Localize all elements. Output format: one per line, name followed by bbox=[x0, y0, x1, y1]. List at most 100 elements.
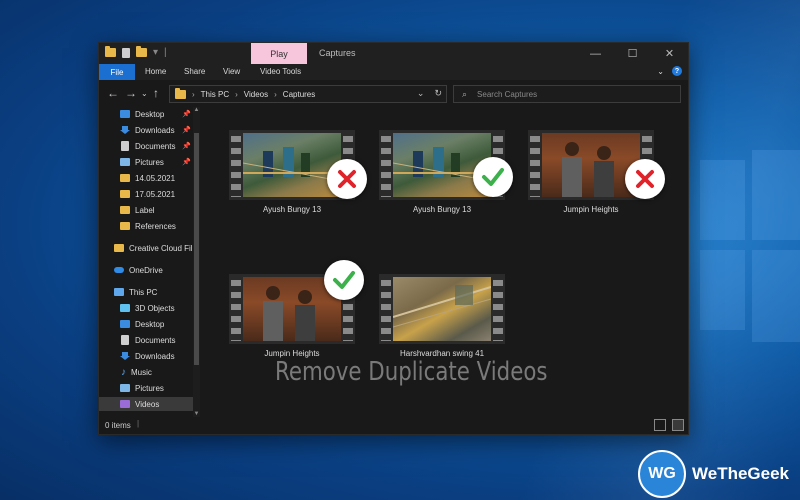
forward-arrow-icon[interactable]: → bbox=[125, 86, 137, 100]
folder-icon bbox=[120, 174, 130, 182]
nav-item-creative-cloud[interactable]: Creative Cloud Fil bbox=[99, 241, 199, 255]
recent-locations-icon[interactable]: ⌄ bbox=[141, 89, 148, 98]
nav-item-downloads[interactable]: Downloads 📌 bbox=[99, 123, 199, 137]
nav-item-label-folder[interactable]: Label bbox=[99, 203, 199, 217]
up-arrow-icon[interactable]: ↑ bbox=[153, 86, 159, 100]
pin-icon: 📌 bbox=[182, 159, 191, 166]
windows-logo-pane bbox=[752, 150, 800, 240]
checkmark-icon bbox=[473, 157, 513, 197]
customize-toolbar-icon[interactable]: ▾ bbox=[153, 47, 158, 58]
contextual-play-tab[interactable]: Play bbox=[251, 43, 307, 64]
nav-item-label: 17.05.2021 bbox=[135, 189, 176, 199]
nav-item-references[interactable]: References bbox=[99, 219, 199, 233]
music-icon: ♪ bbox=[121, 366, 126, 378]
breadcrumb-separator: › bbox=[274, 89, 277, 99]
file-name: Ayush Bungy 13 bbox=[412, 205, 472, 214]
nav-item-desktop[interactable]: Desktop 📌 bbox=[99, 107, 199, 121]
folder-icon bbox=[175, 87, 186, 99]
nav-item-label: Documents bbox=[135, 335, 176, 345]
scrollbar-thumb[interactable] bbox=[194, 133, 199, 365]
windows-logo-pane bbox=[700, 250, 745, 330]
back-arrow-icon[interactable]: ← bbox=[107, 86, 119, 100]
nav-item-label: 14.05.2021 bbox=[135, 173, 176, 183]
film-perforation bbox=[530, 133, 540, 197]
help-icon[interactable]: ? bbox=[672, 66, 682, 76]
breadcrumb-separator: › bbox=[192, 89, 195, 99]
properties-icon[interactable] bbox=[122, 47, 130, 58]
folder-icon[interactable] bbox=[105, 46, 116, 57]
nav-item-pictures[interactable]: Pictures 📌 bbox=[99, 155, 199, 169]
desktop-icon bbox=[120, 110, 130, 118]
nav-item-label: 3D Objects bbox=[135, 303, 175, 313]
cross-icon bbox=[625, 159, 665, 199]
nav-item-this-pc[interactable]: This PC bbox=[99, 285, 199, 299]
nav-item-label: Downloads bbox=[135, 351, 175, 361]
nav-item-3d-objects[interactable]: 3D Objects bbox=[99, 301, 199, 315]
frame-illustration bbox=[392, 285, 492, 328]
nav-item-pc-pictures[interactable]: Pictures bbox=[99, 381, 199, 395]
videos-icon bbox=[120, 400, 130, 408]
video-thumbnail bbox=[379, 274, 505, 344]
item-count: 0 items bbox=[105, 421, 131, 430]
windows-logo-pane bbox=[700, 160, 745, 240]
scroll-up-icon[interactable]: ▲ bbox=[193, 107, 200, 113]
ribbon-tabs: File Home Share View Video Tools ⌄ ? bbox=[99, 64, 688, 80]
toolbar-divider: | bbox=[164, 47, 167, 58]
nav-item-label: Pictures bbox=[135, 383, 164, 393]
brand-logo: WG bbox=[638, 450, 686, 498]
minimize-button[interactable]: — bbox=[577, 43, 614, 64]
nav-item-label: Downloads bbox=[135, 125, 175, 135]
tab-home[interactable]: Home bbox=[145, 67, 166, 76]
refresh-icon[interactable]: ↻ bbox=[434, 88, 442, 99]
film-perforation bbox=[381, 277, 391, 341]
maximize-button[interactable]: ☐ bbox=[614, 43, 651, 64]
nav-item-music[interactable]: ♪ Music bbox=[99, 365, 199, 379]
tab-file[interactable]: File bbox=[99, 64, 135, 80]
nav-scrollbar[interactable]: ▲ ▼ bbox=[193, 107, 200, 417]
overlay-headline: Remove Duplicate Videos bbox=[275, 357, 548, 387]
film-perforation bbox=[231, 133, 241, 197]
frame-illustration bbox=[562, 142, 614, 197]
creative-cloud-folder-icon bbox=[114, 244, 124, 252]
windows-logo-pane bbox=[752, 250, 800, 342]
nav-item-pc-desktop[interactable]: Desktop bbox=[99, 317, 199, 331]
nav-item-documents[interactable]: Documents 📌 bbox=[99, 139, 199, 153]
address-history-icon[interactable]: ⌄ bbox=[417, 88, 425, 99]
search-placeholder: Search Captures bbox=[477, 89, 538, 99]
cloud-icon bbox=[114, 267, 124, 273]
nav-item-videos[interactable]: Videos bbox=[99, 397, 199, 411]
video-frame bbox=[542, 133, 640, 197]
nav-item-onedrive[interactable]: OneDrive bbox=[99, 263, 199, 277]
nav-item-label: Pictures bbox=[135, 157, 164, 167]
large-icons-view-icon[interactable] bbox=[672, 419, 684, 431]
new-folder-icon[interactable] bbox=[136, 46, 147, 57]
close-button[interactable]: ✕ bbox=[651, 43, 688, 64]
expand-ribbon-icon[interactable]: ⌄ bbox=[657, 67, 664, 76]
brand-watermark: WG WeTheGeek bbox=[638, 450, 789, 498]
computer-icon bbox=[114, 288, 124, 296]
nav-item-pc-downloads[interactable]: Downloads bbox=[99, 349, 199, 363]
search-input[interactable]: ⌕ Search Captures bbox=[453, 85, 681, 103]
breadcrumb-videos[interactable]: Videos bbox=[244, 90, 268, 99]
pictures-icon bbox=[120, 158, 130, 166]
3d-objects-icon bbox=[120, 304, 130, 312]
documents-icon bbox=[121, 141, 129, 151]
pictures-icon bbox=[120, 384, 130, 392]
tab-view[interactable]: View bbox=[223, 67, 240, 76]
breadcrumb-this-pc[interactable]: This PC bbox=[201, 90, 229, 99]
window-title: Captures bbox=[319, 48, 356, 58]
address-bar[interactable]: › This PC › Videos › Captures ⌄ ↻ bbox=[169, 85, 447, 103]
nav-item-folder-17-05-2021[interactable]: 17.05.2021 bbox=[99, 187, 199, 201]
nav-item-label: References bbox=[135, 221, 176, 231]
nav-item-label: Music bbox=[131, 367, 152, 377]
documents-icon bbox=[121, 335, 129, 345]
tab-share[interactable]: Share bbox=[184, 67, 205, 76]
status-bar: 0 items | bbox=[99, 417, 688, 434]
nav-item-label: Desktop bbox=[135, 109, 165, 119]
breadcrumb-captures[interactable]: Captures bbox=[283, 90, 315, 99]
nav-item-folder-14-05-2021[interactable]: 14.05.2021 bbox=[99, 171, 199, 185]
details-view-icon[interactable] bbox=[654, 419, 666, 431]
nav-item-pc-documents[interactable]: Documents bbox=[99, 333, 199, 347]
video-frame bbox=[242, 133, 342, 197]
tab-video-tools[interactable]: Video Tools bbox=[260, 67, 301, 76]
